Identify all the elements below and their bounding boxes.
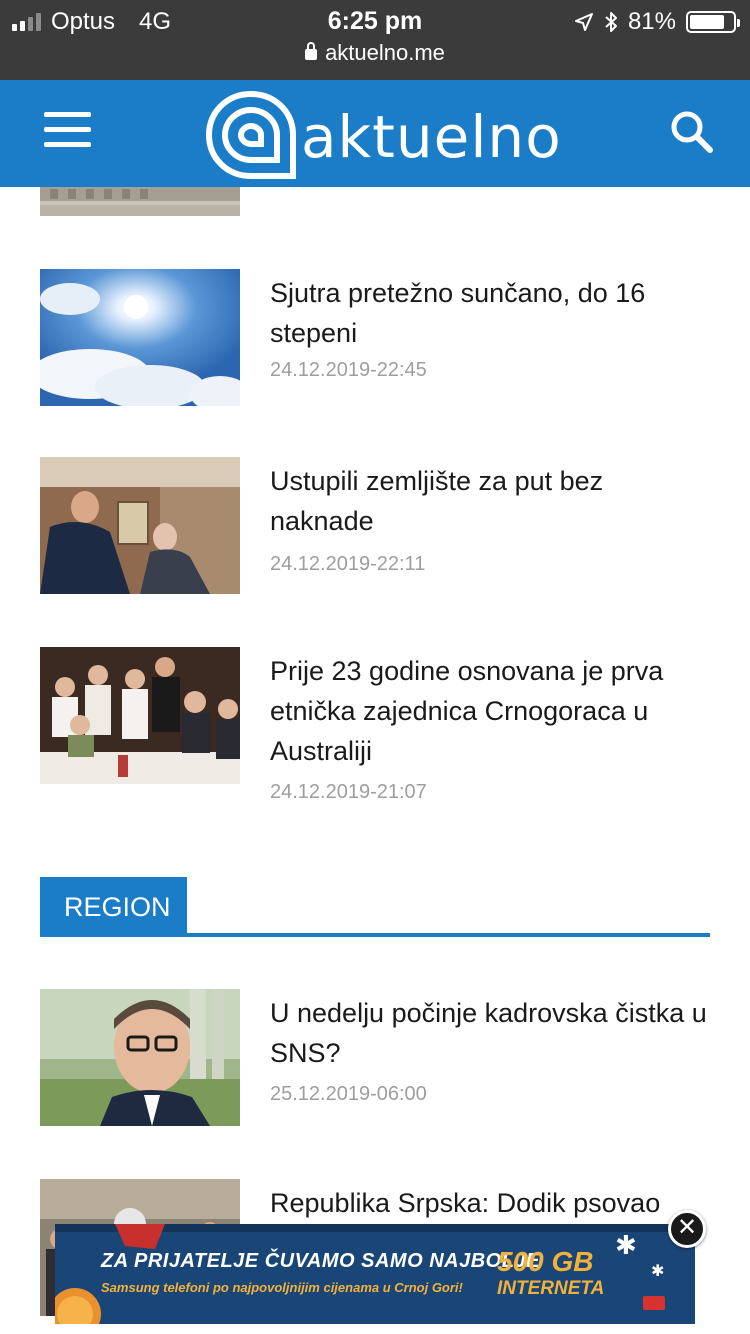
site-header: aktuelno (0, 80, 750, 187)
svg-text:✱: ✱ (651, 1261, 664, 1280)
ad-subline: Samsung telefoni po najpovoljnijim cijen… (101, 1280, 463, 1295)
list-item[interactable]: Prije 23 godine osnovana je prva etnička… (40, 647, 720, 827)
article-title[interactable]: Republika Srpska: Dodik psovao (270, 1183, 710, 1223)
status-right: 81% (574, 8, 740, 36)
logo-text: aktuelno (301, 103, 562, 171)
close-icon[interactable]: ✕ (668, 1210, 706, 1248)
url-bar[interactable]: aktuelno.me (0, 40, 750, 66)
article-thumbnail[interactable] (40, 269, 240, 406)
article-date: 24.12.2019-22:11 (270, 553, 426, 575)
section-header-region: REGION (40, 877, 710, 937)
article-thumbnail[interactable] (40, 187, 240, 216)
battery-percent: 81% (627, 8, 676, 35)
article-title[interactable]: Ustupili zemljište za put bez naknade (270, 461, 710, 541)
article-title[interactable]: Sjutra pretežno sunčano, do 16 stepeni (270, 273, 710, 353)
ad-internet: INTERNETA (497, 1278, 605, 1299)
article-title[interactable]: U nedelju počinje kadrovska čistka u SNS… (270, 993, 710, 1073)
article-date: 25.12.2019-06:00 (270, 1083, 427, 1105)
section-label[interactable]: REGION (40, 877, 187, 937)
list-item[interactable]: U nedelju počinje kadrovska čistka u SNS… (40, 989, 720, 1129)
menu-icon[interactable] (44, 112, 91, 148)
article-date: 24.12.2019-21:07 (270, 781, 427, 803)
status-bar: Optus 4G 6:25 pm 81% aktuelno.me (0, 0, 750, 80)
article-date: 24.12.2019-22:45 (270, 359, 427, 381)
ad-banner[interactable]: ✱ ✱ ZA PRIJATELJE ČUVAMO SAMO NAJBOLJE S… (55, 1224, 695, 1324)
article-title[interactable]: Prije 23 godine osnovana je prva etnička… (270, 651, 710, 771)
ad-brand-logo (643, 1296, 665, 1310)
ad-background-art: ✱ ✱ (55, 1224, 695, 1324)
article-thumbnail[interactable] (40, 647, 240, 784)
location-arrow-icon (574, 13, 593, 31)
bluetooth-icon (605, 12, 617, 32)
lock-icon (305, 42, 318, 60)
list-item[interactable]: Sjutra pretežno sunčano, do 16 stepeni 2… (40, 269, 720, 409)
article-thumbnail[interactable] (40, 989, 240, 1126)
site-logo[interactable]: aktuelno (205, 90, 562, 180)
list-item[interactable] (40, 187, 720, 217)
article-thumbnail[interactable] (40, 457, 240, 594)
url-text: aktuelno.me (325, 40, 445, 65)
list-item[interactable]: Ustupili zemljište za put bez naknade 24… (40, 457, 720, 597)
ad-headline: ZA PRIJATELJE ČUVAMO SAMO NAJBOLJE (101, 1250, 540, 1272)
battery-icon (686, 11, 740, 33)
logo-mark-icon (205, 90, 296, 179)
ad-gb: 500 GB (497, 1246, 594, 1277)
svg-text:✱: ✱ (615, 1231, 637, 1261)
search-icon[interactable] (668, 108, 716, 156)
